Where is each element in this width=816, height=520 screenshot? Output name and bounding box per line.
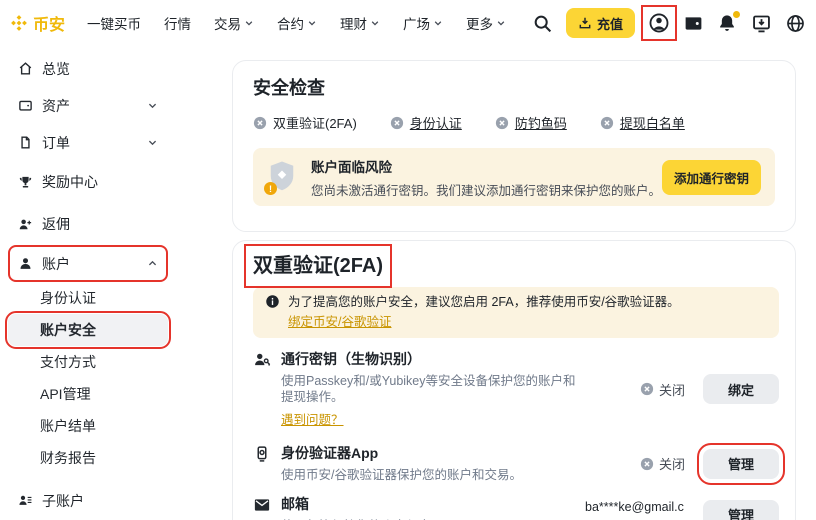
circle-x-icon [495, 116, 509, 130]
sub-accounts-icon [18, 493, 33, 508]
person-icon [18, 256, 33, 271]
nav-item-futures[interactable]: 合约 [277, 13, 317, 33]
risk-description: 您尚未激活通行密钥。我们建议添加通行密钥来保护您的账户。 [311, 180, 661, 199]
check-2fa[interactable]: 双重验证(2FA) [253, 113, 357, 132]
passkey-person-key-icon [253, 351, 271, 369]
sidebar-item-sub-accounts[interactable]: 子账户 [8, 482, 168, 519]
orders-document-icon [18, 135, 33, 150]
bind-authenticator-link[interactable]: 绑定币安/谷歌验证 [288, 314, 391, 331]
chevron-down-icon [147, 137, 158, 148]
email-title: 邮箱 [281, 495, 577, 513]
email-row: 邮箱 使用邮箱保护您的账户与交易。 ba****ke@gmail.com 管理 [253, 495, 779, 520]
twofa-title: 双重验证(2FA) [253, 253, 383, 279]
main-nav: 一键买币 行情 交易 合约 理财 广场 更多 [87, 13, 506, 33]
nav-item-more[interactable]: 更多 [466, 13, 506, 33]
check-identity-verification[interactable]: 身份认证 [390, 113, 462, 132]
add-passkey-button[interactable]: 添加通行密钥 [662, 160, 761, 195]
circle-x-icon [600, 116, 614, 130]
twofa-info-banner: 为了提高您的账户安全，建议您启用 2FA，推荐使用币安/谷歌验证器。 绑定币安/… [253, 287, 779, 338]
wallet-icon [18, 98, 33, 113]
passkey-title: 通行密钥（生物识别） [281, 350, 577, 368]
language-globe-icon[interactable] [785, 13, 806, 34]
chevron-down-icon [496, 18, 506, 28]
notification-bell-icon[interactable] [717, 13, 738, 34]
nav-item-buy-crypto[interactable]: 一键买币 [87, 13, 141, 33]
sidebar-item-account[interactable]: 账户 [8, 245, 168, 282]
profile-icon[interactable] [648, 12, 670, 34]
warning-exclamation-badge: ! [264, 182, 277, 195]
sidebar-item-rewards-hub[interactable]: 奖励中心 [8, 161, 168, 203]
sidebar-subitem-api-management[interactable]: API管理 [8, 378, 168, 410]
risk-title: 账户面临风险 [311, 156, 661, 176]
logo-text: 币安 [33, 11, 65, 35]
email-manage-button[interactable]: 管理 [703, 500, 779, 520]
circle-x-icon [390, 116, 404, 130]
chevron-down-icon [307, 18, 317, 28]
download-app-icon[interactable] [751, 13, 772, 34]
twofa-info-text: 为了提高您的账户安全，建议您启用 2FA，推荐使用币安/谷歌验证器。 [288, 294, 680, 311]
sidebar-subitem-identity-verification[interactable]: 身份认证 [8, 282, 168, 314]
sidebar: 总览 资产 订单 奖励中心 返佣 [0, 46, 232, 520]
chevron-down-icon [244, 18, 254, 28]
chevron-up-icon [147, 258, 158, 269]
authenticator-app-icon [253, 445, 271, 463]
having-problems-link[interactable]: 遇到问题？ [281, 409, 344, 428]
sidebar-subitem-payment-methods[interactable]: 支付方式 [8, 346, 168, 378]
top-right-tools: 充值 [532, 8, 806, 38]
passkey-row: 通行密钥（生物识别） 使用Passkey和/或Yubikey等安全设备保护您的账… [253, 350, 779, 428]
check-anti-phishing-code[interactable]: 防钓鱼码 [495, 113, 567, 132]
nav-item-trade[interactable]: 交易 [214, 13, 254, 33]
security-check-title: 安全检查 [253, 77, 775, 99]
sidebar-item-overview[interactable]: 总览 [8, 50, 168, 87]
deposit-icon [578, 16, 592, 30]
search-icon[interactable] [532, 13, 553, 34]
chevron-down-icon [433, 18, 443, 28]
wallet-icon[interactable] [683, 13, 704, 34]
authenticator-description: 使用币安/谷歌验证器保护您的账户和交易。 [281, 467, 577, 483]
chevron-down-icon [147, 100, 158, 111]
authenticator-title: 身份验证器App [281, 444, 577, 462]
nav-item-earn[interactable]: 理财 [340, 13, 380, 33]
passkey-bind-button[interactable]: 绑定 [703, 374, 779, 404]
security-check-card: 安全检查 双重验证(2FA) 身份认证 防钓鱼码 提现白名单 ! 账户面临风险 … [232, 60, 796, 232]
person-plus-icon [18, 217, 33, 232]
email-envelope-icon [253, 496, 271, 514]
passkey-status: 关闭 [585, 380, 685, 399]
sidebar-item-referral[interactable]: 返佣 [8, 203, 168, 245]
trophy-icon [18, 175, 33, 190]
chevron-down-icon [370, 18, 380, 28]
top-navbar: 币安 一键买币 行情 交易 合约 理财 广场 更多 充值 [0, 0, 816, 46]
sidebar-subitem-financial-reports[interactable]: 财务报告 [8, 442, 168, 474]
deposit-button[interactable]: 充值 [566, 8, 635, 38]
sidebar-item-orders[interactable]: 订单 [8, 124, 168, 161]
authenticator-status: 关闭 [585, 454, 685, 473]
check-withdrawal-whitelist[interactable]: 提现白名单 [600, 113, 685, 132]
account-risk-banner: ! 账户面临风险 您尚未激活通行密钥。我们建议添加通行密钥来保护您的账户。 添加… [253, 148, 775, 206]
notification-dot [733, 11, 740, 18]
sidebar-subitem-account-statement[interactable]: 账户结单 [8, 410, 168, 442]
circle-x-icon [253, 116, 267, 130]
sidebar-item-assets[interactable]: 资产 [8, 87, 168, 124]
shield-icon: ! [267, 160, 299, 194]
authenticator-app-row: 身份验证器App 使用币安/谷歌验证器保护您的账户和交易。 关闭 管理 [253, 444, 779, 483]
authenticator-manage-button[interactable]: 管理 [703, 449, 779, 479]
sidebar-subitem-account-security[interactable]: 账户安全 [8, 314, 168, 346]
security-check-items: 双重验证(2FA) 身份认证 防钓鱼码 提现白名单 [253, 113, 775, 132]
binance-logo[interactable]: 币安 [10, 11, 65, 35]
home-icon [18, 61, 33, 76]
binance-logo-icon [10, 14, 28, 32]
nav-item-markets[interactable]: 行情 [164, 13, 191, 33]
passkey-description: 使用Passkey和/或Yubikey等安全设备保护您的账户和提现操作。 [281, 373, 577, 405]
email-masked-value: ba****ke@gmail.com [585, 499, 685, 520]
info-icon [265, 294, 280, 331]
circle-x-icon [640, 457, 654, 471]
nav-item-square[interactable]: 广场 [403, 13, 443, 33]
circle-x-icon [640, 382, 654, 396]
twofa-card: 双重验证(2FA) 为了提高您的账户安全，建议您启用 2FA，推荐使用币安/谷歌… [232, 240, 796, 520]
